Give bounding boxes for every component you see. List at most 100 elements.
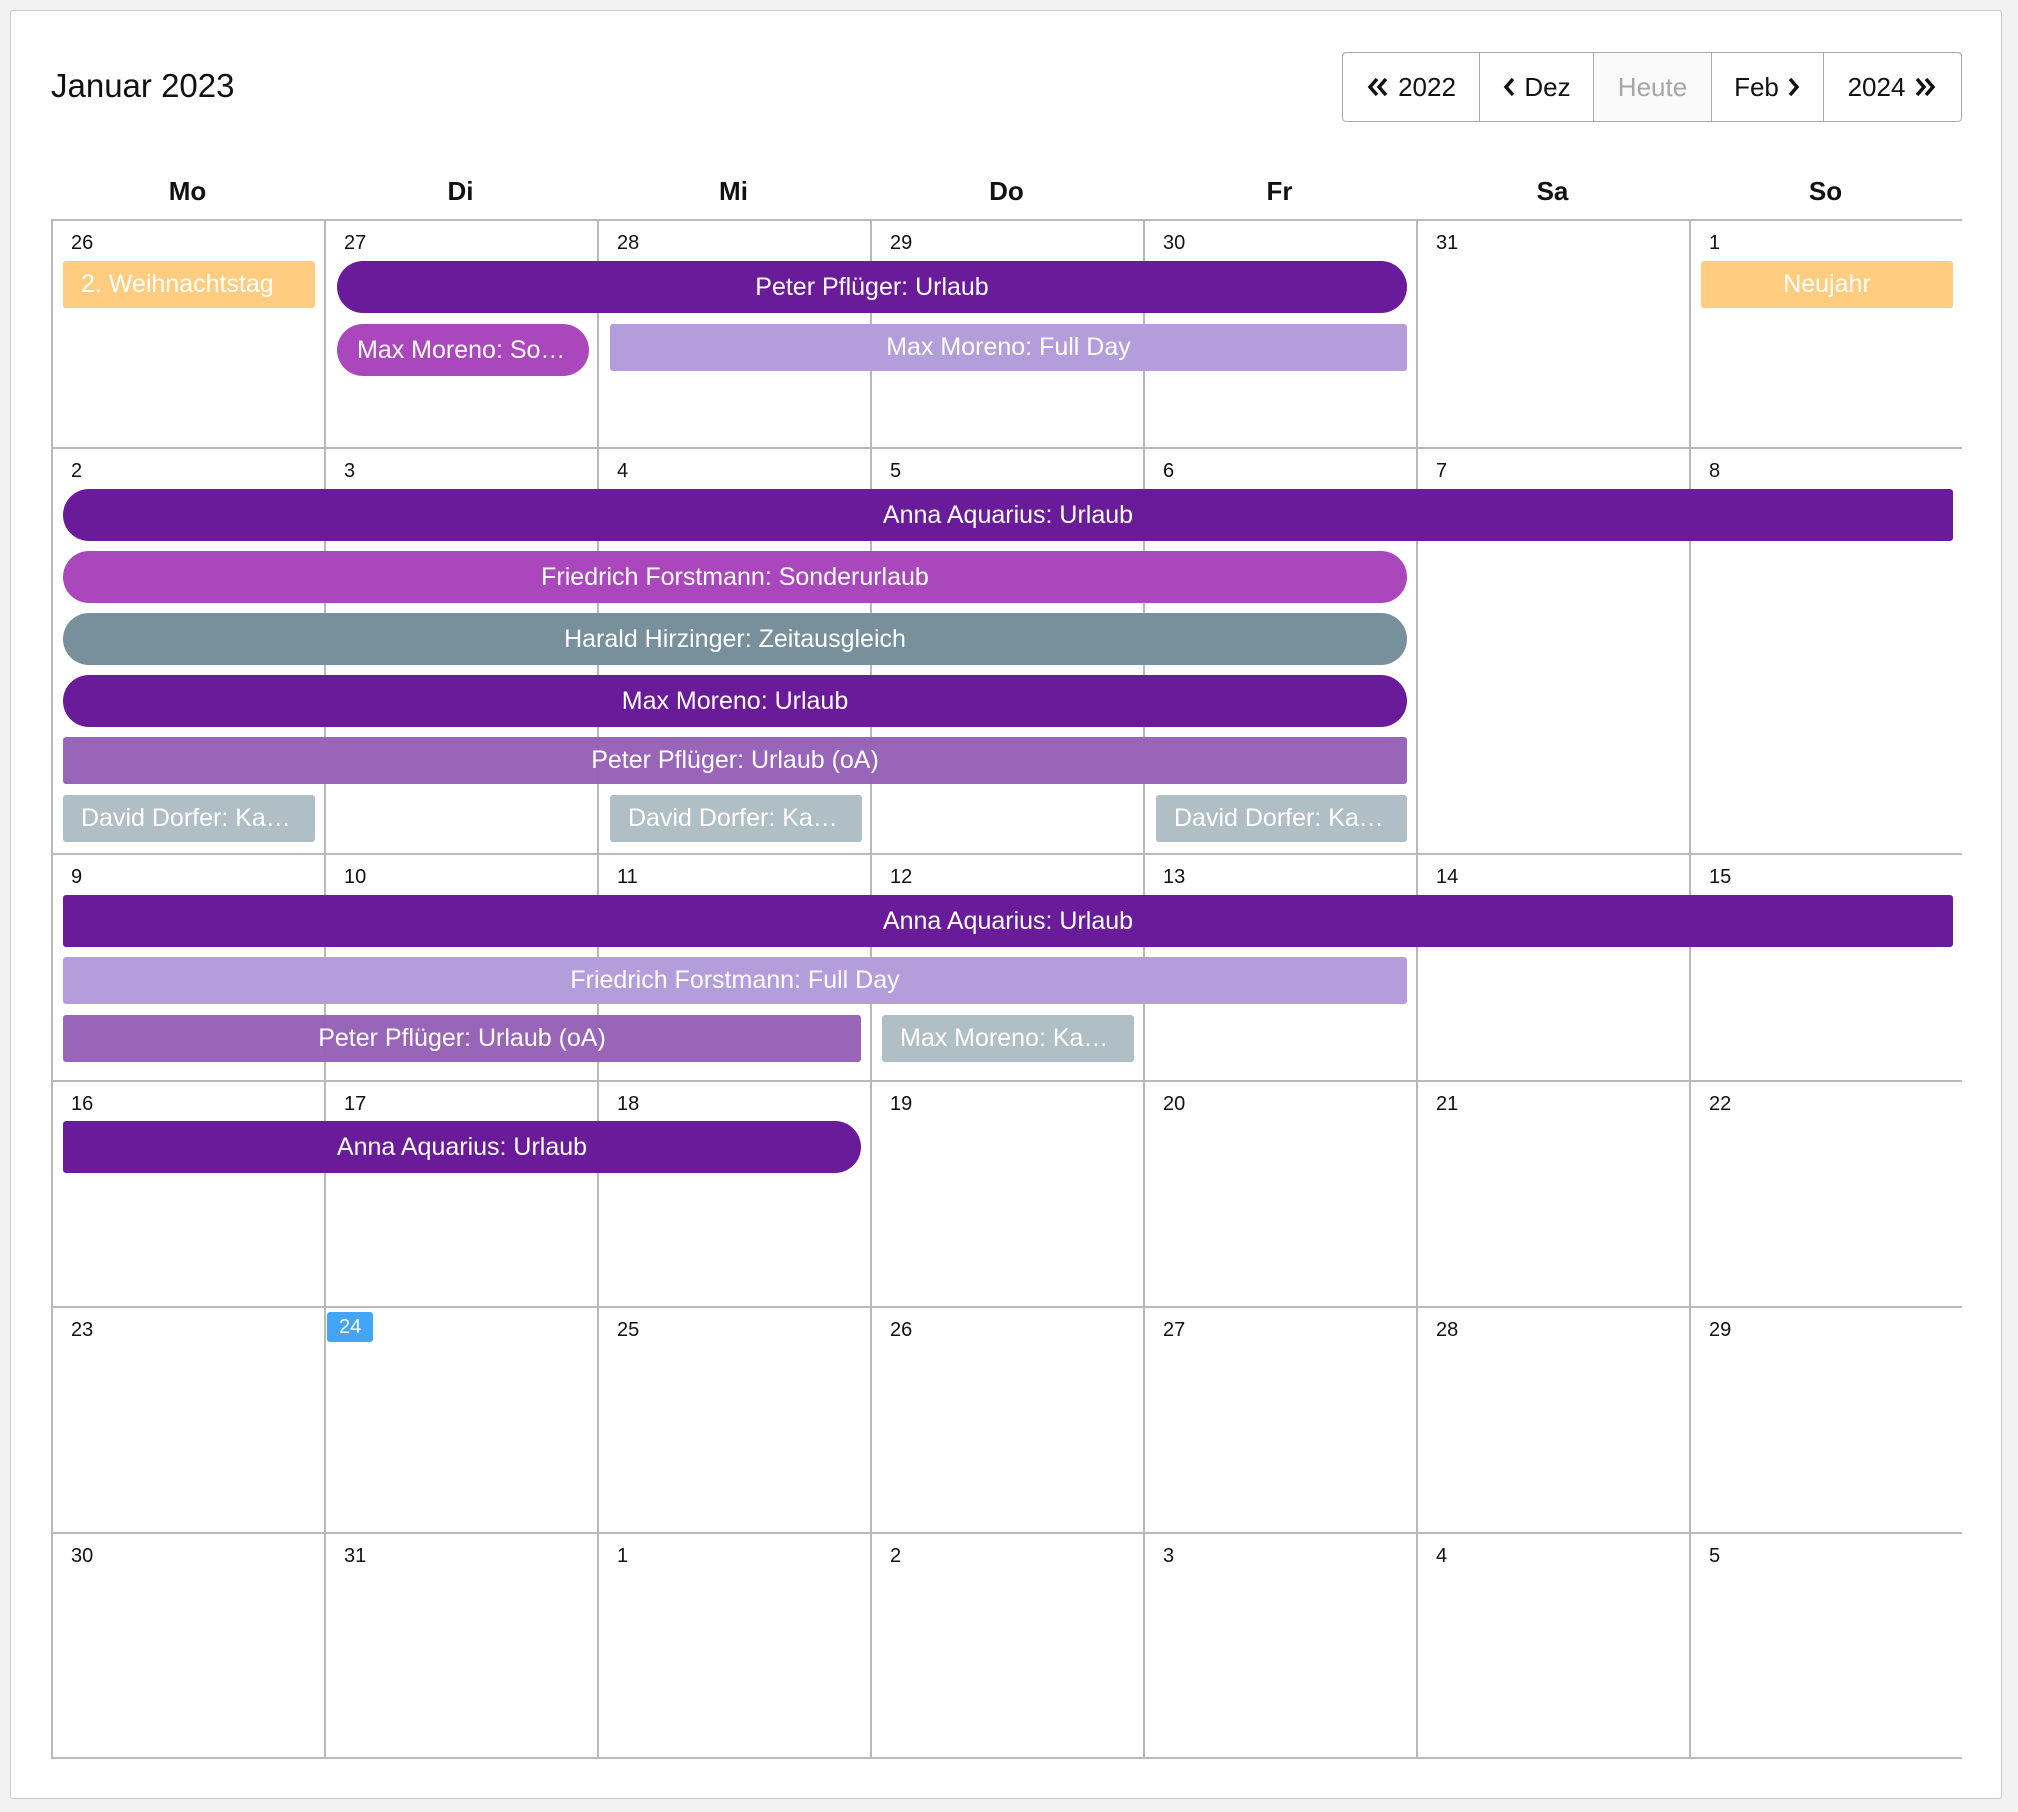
calendar-event[interactable]: Anna Aquarius: Urlaub <box>63 895 1953 947</box>
calendar-event[interactable]: Peter Pflüger: Urlaub (oA) <box>63 1015 861 1062</box>
day-number[interactable]: 22 <box>1704 1092 1736 1116</box>
day-number[interactable]: 28 <box>612 231 644 255</box>
next-month-label: Feb <box>1734 71 1779 102</box>
double-chevron-left-icon <box>1366 76 1390 98</box>
day-number[interactable]: 7 <box>1431 459 1452 483</box>
calendar-event[interactable]: Max Moreno: Urlaub <box>63 675 1407 727</box>
day-number[interactable]: 30 <box>66 1544 98 1568</box>
event-label: Peter Pflüger: Urlaub <box>755 273 989 301</box>
day-number[interactable]: 5 <box>1704 1544 1725 1568</box>
next-year-button[interactable]: 2024 <box>1823 53 1961 121</box>
day-number[interactable]: 3 <box>339 459 360 483</box>
today-day-number[interactable]: 24 <box>327 1312 374 1342</box>
event-label: 2. Weihnachtstag <box>81 270 274 298</box>
event-label: Harald Hirzinger: Zeitausgleich <box>564 625 906 653</box>
calendar-nav-group: 2022 Dez Heute Feb 2024 <box>1342 52 1962 122</box>
day-number[interactable]: 28 <box>1431 1318 1463 1342</box>
grid-line <box>51 853 1962 855</box>
calendar-event[interactable]: Anna Aquarius: Urlaub <box>63 489 1953 541</box>
grid-line <box>51 1757 1962 1759</box>
day-number[interactable]: 12 <box>885 865 917 889</box>
day-number[interactable]: 4 <box>612 459 633 483</box>
day-number[interactable]: 18 <box>612 1092 644 1116</box>
event-label: Peter Pflüger: Urlaub (oA) <box>318 1024 606 1052</box>
day-number[interactable]: 17 <box>339 1092 371 1116</box>
calendar-event[interactable]: David Dorfer: Karenz <box>63 795 315 842</box>
chevron-left-icon <box>1502 76 1516 98</box>
day-number[interactable]: 2 <box>885 1544 906 1568</box>
grid-line <box>51 447 1962 449</box>
day-number[interactable]: 30 <box>1158 231 1190 255</box>
day-number[interactable]: 27 <box>339 231 371 255</box>
day-number[interactable]: 31 <box>339 1544 371 1568</box>
event-label: Max Moreno: Full Day <box>886 333 1131 361</box>
weekday-header-sa: Sa <box>1536 176 1569 206</box>
day-number[interactable]: 4 <box>1431 1544 1452 1568</box>
day-number[interactable]: 13 <box>1158 865 1190 889</box>
day-number[interactable]: 23 <box>66 1318 98 1342</box>
day-number[interactable]: 14 <box>1431 865 1463 889</box>
grid-line <box>1416 219 1418 1759</box>
grid-line <box>51 1080 1962 1082</box>
calendar-event[interactable]: Friedrich Forstmann: Full Day <box>63 957 1407 1004</box>
event-label: Max Moreno: Urlaub <box>621 687 849 715</box>
calendar-event[interactable]: David Dorfer: Karenz <box>1156 795 1407 842</box>
day-number[interactable]: 6 <box>1158 459 1179 483</box>
day-number[interactable]: 1 <box>1704 231 1725 255</box>
prev-month-label: Dez <box>1524 71 1571 102</box>
calendar-event[interactable]: Peter Pflüger: Urlaub (oA) <box>63 737 1407 784</box>
prev-year-button[interactable]: 2022 <box>1343 53 1479 121</box>
day-number[interactable]: 31 <box>1431 231 1463 255</box>
weekday-header-do: Do <box>989 176 1024 206</box>
weekday-header-mi: Mi <box>719 176 748 206</box>
weekday-header-di: Di <box>447 176 474 206</box>
calendar-event[interactable]: 2. Weihnachtstag <box>63 261 315 308</box>
chevron-right-icon <box>1787 76 1801 98</box>
day-number[interactable]: 29 <box>885 231 917 255</box>
calendar-event[interactable]: David Dorfer: Karenz <box>610 795 862 842</box>
day-number[interactable]: 27 <box>1158 1318 1190 1342</box>
day-number[interactable]: 3 <box>1158 1544 1179 1568</box>
event-label: Max Moreno: Karenz <box>900 1024 1116 1052</box>
day-number[interactable]: 11 <box>612 865 643 889</box>
day-number[interactable]: 20 <box>1158 1092 1190 1116</box>
weekday-header-so: So <box>1808 176 1843 206</box>
month-title: Januar 2023 <box>51 67 235 104</box>
grid-line <box>51 1306 1962 1308</box>
day-number[interactable]: 21 <box>1431 1092 1463 1116</box>
day-number[interactable]: 1 <box>612 1544 633 1568</box>
calendar-event[interactable]: Max Moreno: Sonderurlaub <box>337 324 589 376</box>
grid-line <box>51 1532 1962 1534</box>
today-button[interactable]: Heute <box>1593 53 1711 121</box>
next-month-button[interactable]: Feb <box>1711 53 1823 121</box>
event-label: Anna Aquarius: Urlaub <box>882 906 1134 935</box>
day-number[interactable]: 10 <box>339 865 371 889</box>
day-number[interactable]: 15 <box>1704 865 1736 889</box>
calendar-event[interactable]: Max Moreno: Full Day <box>610 324 1407 371</box>
event-label: Friedrich Forstmann: Full Day <box>570 966 900 994</box>
event-label: Friedrich Forstmann: Sonderurlaub <box>541 563 929 591</box>
event-label: Max Moreno: Sonderurlaub <box>357 336 569 364</box>
day-number[interactable]: 25 <box>612 1318 644 1342</box>
grid-line <box>51 219 1962 221</box>
calendar-event[interactable]: Max Moreno: Karenz <box>882 1015 1134 1062</box>
event-label: Peter Pflüger: Urlaub (oA) <box>591 746 879 774</box>
prev-year-label: 2022 <box>1398 71 1456 102</box>
calendar-event[interactable]: Anna Aquarius: Urlaub <box>63 1121 861 1173</box>
calendar-event[interactable]: Peter Pflüger: Urlaub <box>337 261 1407 313</box>
day-number[interactable]: 29 <box>1704 1318 1736 1342</box>
day-number[interactable]: 26 <box>885 1318 917 1342</box>
calendar-event[interactable]: Harald Hirzinger: Zeitausgleich <box>63 613 1407 665</box>
calendar-event[interactable]: Friedrich Forstmann: Sonderurlaub <box>63 551 1407 603</box>
day-number[interactable]: 2 <box>66 459 87 483</box>
calendar-event[interactable]: Neujahr <box>1701 261 1953 308</box>
day-number[interactable]: 5 <box>885 459 906 483</box>
day-number[interactable]: 16 <box>66 1092 98 1116</box>
day-number[interactable]: 19 <box>885 1092 917 1116</box>
event-label: David Dorfer: Karenz <box>81 804 297 832</box>
day-number[interactable]: 9 <box>66 865 87 889</box>
grid-line <box>51 219 53 1759</box>
day-number[interactable]: 8 <box>1704 459 1725 483</box>
prev-month-button[interactable]: Dez <box>1479 53 1593 121</box>
day-number[interactable]: 26 <box>66 231 98 255</box>
